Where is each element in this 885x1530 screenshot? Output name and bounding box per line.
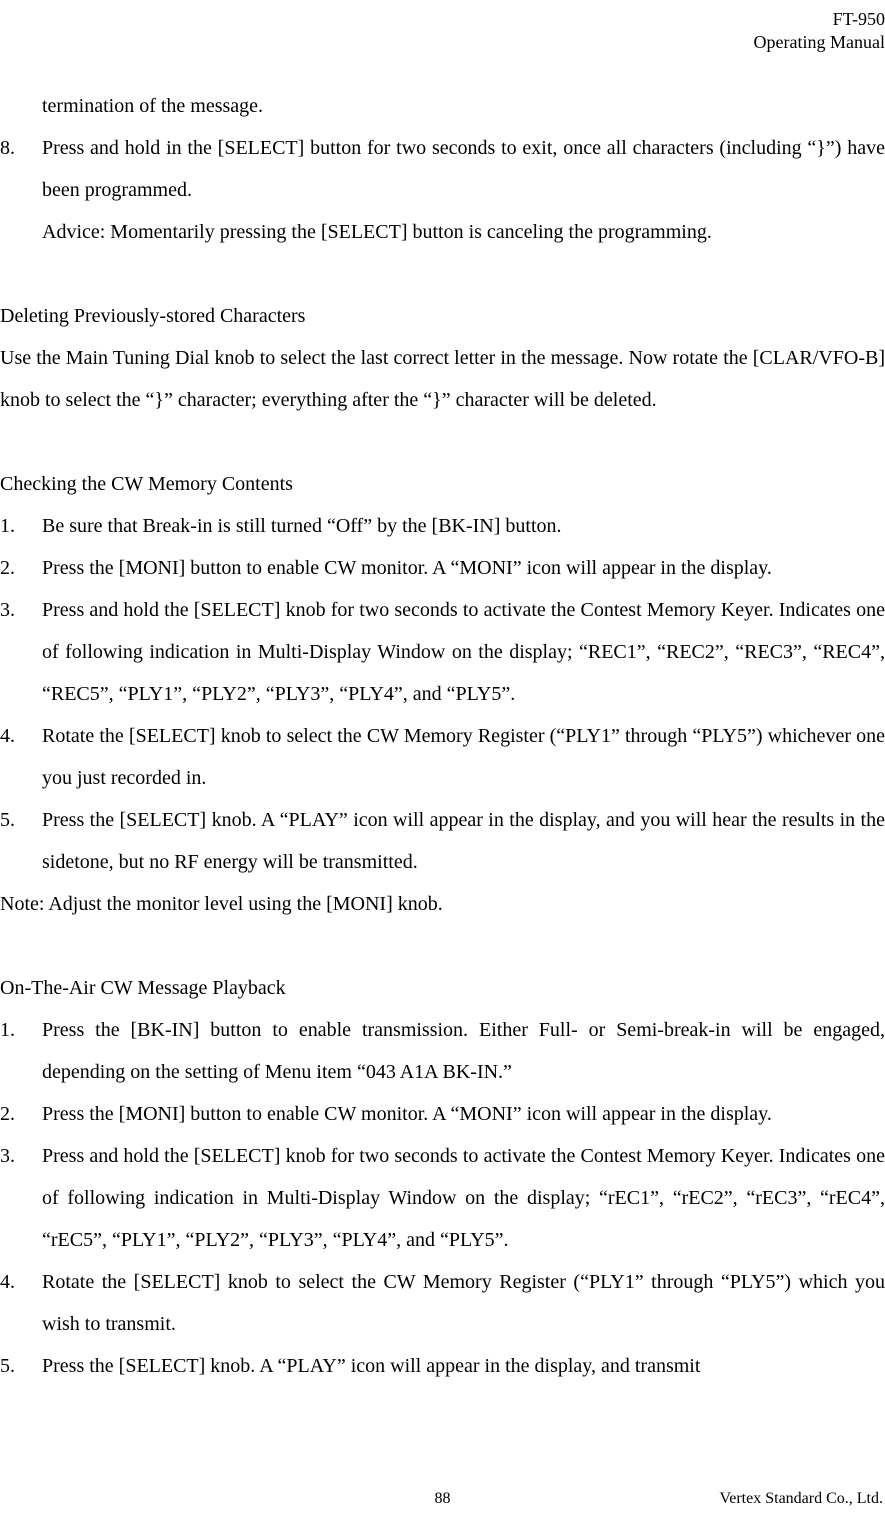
list-text: Press the [BK-IN] button to enable trans… [42,1009,885,1093]
list-number: 5. [0,799,42,883]
list-item-8: 8. Press and hold in the [SELECT] button… [0,127,885,211]
list-text: Be sure that Break-in is still turned “O… [42,505,885,547]
list-number: 4. [0,1261,42,1345]
section-break [0,253,885,295]
list-text: Rotate the [SELECT] knob to select the C… [42,1261,885,1345]
list-text: Press the [SELECT] knob. A “PLAY” icon w… [42,1345,885,1387]
section1-body: Use the Main Tuning Dial knob to select … [0,337,885,421]
list-number: 8. [0,127,42,211]
page-content: termination of the message. 8. Press and… [0,85,885,1387]
list-number: 3. [0,589,42,715]
header-title: Operating Manual [0,31,885,54]
list-item: 3. Press and hold the [SELECT] knob for … [0,589,885,715]
list-text: Press and hold the [SELECT] knob for two… [42,1135,885,1261]
list-text: Press the [MONI] button to enable CW mon… [42,1093,885,1135]
list-item: 1. Press the [BK-IN] button to enable tr… [0,1009,885,1093]
advice-text: Advice: Momentarily pressing the [SELECT… [0,211,885,253]
note-text: Note: Adjust the monitor level using the… [0,883,885,925]
section-title-onair: On-The-Air CW Message Playback [0,967,885,1009]
section-title-deleting: Deleting Previously-stored Characters [0,295,885,337]
page-number: 88 [435,1490,451,1508]
list-item: 5. Press the [SELECT] knob. A “PLAY” ico… [0,1345,885,1387]
list-number: 2. [0,547,42,589]
list-text: Press the [SELECT] knob. A “PLAY” icon w… [42,799,885,883]
list-number: 3. [0,1135,42,1261]
list-text: Rotate the [SELECT] knob to select the C… [42,715,885,799]
list-text: Press the [MONI] button to enable CW mon… [42,547,885,589]
list-item: 5. Press the [SELECT] knob. A “PLAY” ico… [0,799,885,883]
list-number: 1. [0,1009,42,1093]
list-number: 2. [0,1093,42,1135]
list-text: Press and hold in the [SELECT] button fo… [42,127,885,211]
list-text: Press and hold the [SELECT] knob for two… [42,589,885,715]
page-footer: 88 Vertex Standard Co., Ltd. [0,1490,885,1508]
page-container: FT-950 Operating Manual termination of t… [0,0,885,1530]
list-item: 2. Press the [MONI] button to enable CW … [0,547,885,589]
section-break [0,421,885,463]
section-title-checking: Checking the CW Memory Contents [0,463,885,505]
footer-company: Vertex Standard Co., Ltd. [719,1490,883,1508]
list-item: 2. Press the [MONI] button to enable CW … [0,1093,885,1135]
header-model: FT-950 [0,8,885,31]
list-number: 4. [0,715,42,799]
list-item: 3. Press and hold the [SELECT] knob for … [0,1135,885,1261]
continuation-text: termination of the message. [0,85,885,127]
list-item: 4. Rotate the [SELECT] knob to select th… [0,1261,885,1345]
list-item: 1. Be sure that Break-in is still turned… [0,505,885,547]
list-number: 5. [0,1345,42,1387]
page-header: FT-950 Operating Manual [0,0,885,85]
list-number: 1. [0,505,42,547]
section-break [0,925,885,967]
list-item: 4. Rotate the [SELECT] knob to select th… [0,715,885,799]
